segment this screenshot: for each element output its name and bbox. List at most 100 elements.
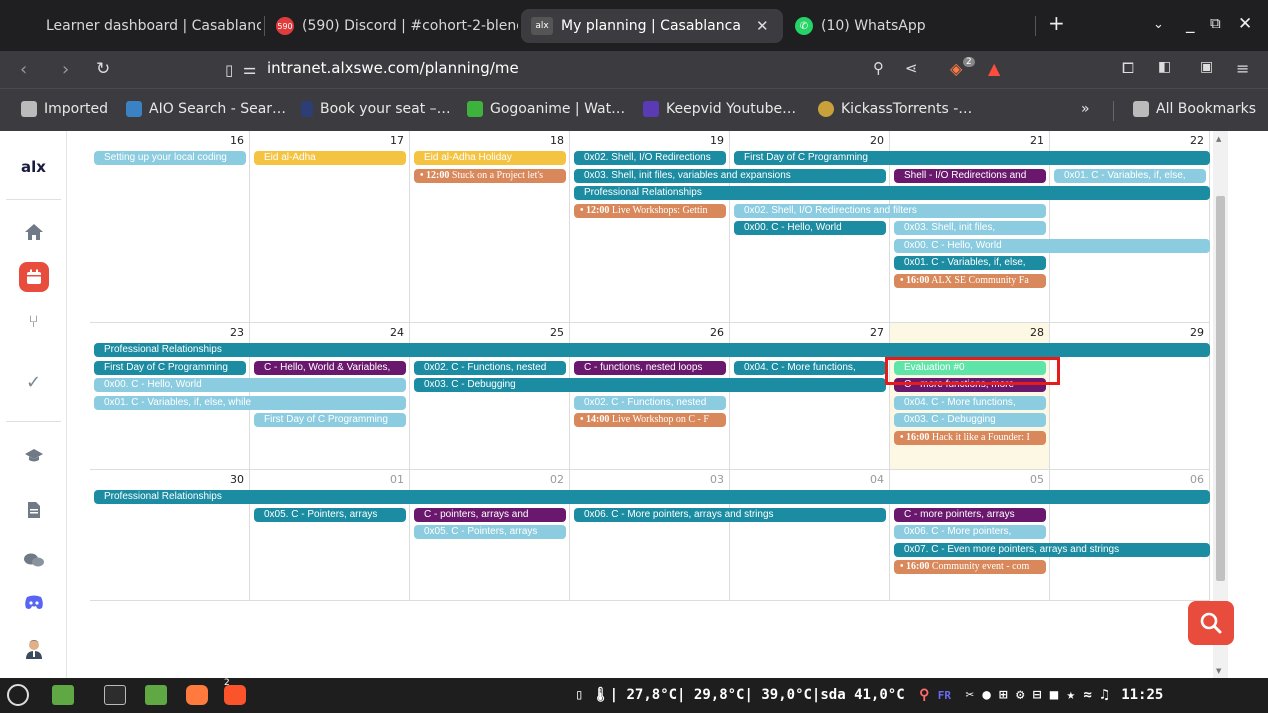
calendar-event[interactable]: • 16:00 Hack it like a Founder: I <box>894 430 1046 445</box>
calendar-event[interactable]: Professional Relationships <box>574 186 1210 200</box>
bookmark-book-seat[interactable]: Book your seat –… <box>301 101 451 117</box>
calendar-event[interactable]: 0x02. Shell, I/O Redirections and filter… <box>734 203 1046 218</box>
bookmark-kickass[interactable]: KickassTorrents -… <box>818 101 972 117</box>
calendar-event[interactable]: C - more pointers, arrays <box>894 507 1046 522</box>
calendar-event[interactable]: 0x02. C - Functions, nested <box>574 395 726 410</box>
scrollbar[interactable]: ▲ ▼ <box>1213 131 1228 678</box>
user-avatar[interactable] <box>0 634 67 664</box>
calendar-event[interactable]: • 16:00 Community event - com <box>894 560 1046 574</box>
calendar-event[interactable]: 0x06. C - More pointers, <box>894 525 1046 539</box>
calendar-event[interactable]: 0x04. C - More functions, <box>734 360 886 375</box>
show-desktop-icon[interactable] <box>52 685 74 705</box>
day-number: 27 <box>870 326 884 339</box>
document-icon[interactable] <box>0 495 67 525</box>
calendar-event[interactable]: First Day of C Programming <box>734 151 1210 165</box>
scroll-down-icon[interactable]: ▼ <box>1216 667 1221 675</box>
menu-icon[interactable]: ≡ <box>1236 59 1249 78</box>
calendar-event[interactable]: 0x03. Shell, init files, variables and e… <box>574 168 886 183</box>
tab-my-planning[interactable]: alx My planning | Casablanca In ✕ <box>521 9 783 43</box>
calendar-event[interactable]: 0x07. C - Even more pointers, arrays and… <box>894 542 1210 557</box>
checkmark-icon[interactable]: ✓ <box>0 367 67 397</box>
files-icon[interactable] <box>145 685 167 705</box>
sidebar-toggle-icon[interactable]: ◧ <box>1158 59 1171 75</box>
close-tab-icon[interactable]: ✕ <box>756 17 769 35</box>
calendar-event[interactable]: First Day of C Programming <box>94 360 246 375</box>
calendar-event[interactable]: 0x03. C - Debugging <box>894 413 1046 427</box>
calendar-event[interactable]: Shell - I/O Redirections and <box>894 168 1046 183</box>
calendar-event[interactable]: • 16:00 ALX SE Community Fa <box>894 273 1046 288</box>
calendar-event[interactable]: 0x00. C - Hello, World <box>894 238 1210 253</box>
calendar-event[interactable]: Professional Relationships <box>94 490 1210 504</box>
terminal-icon[interactable] <box>104 685 126 705</box>
system-status-text: ▯ 🌡| 27,8°C| 29,8°C| 39,0°C|sda 41,0°C <box>575 687 905 703</box>
discord-icon[interactable] <box>0 588 67 616</box>
calendar-event[interactable]: Eid al-Adha <box>254 151 406 165</box>
close-window-button[interactable]: ✕ <box>1238 14 1252 34</box>
firefox-icon[interactable] <box>186 685 208 705</box>
calendar-event[interactable]: Professional Relationships <box>94 343 1210 357</box>
calendar-event[interactable]: C - Hello, World & Variables, <box>254 360 406 375</box>
tab-discord[interactable]: 590 (590) Discord | #cohort-2-blend <box>266 9 518 43</box>
calendar-event[interactable]: 0x06. C - More pointers, arrays and stri… <box>574 507 886 522</box>
calendar-event[interactable]: 0x00. C - Hello, World <box>734 221 886 235</box>
projects-fork-icon[interactable]: ⑂ <box>0 307 67 337</box>
calendar-event[interactable]: • 12:00 Live Workshops: Gettin <box>574 203 726 218</box>
calendar-event[interactable]: 0x03. C - Debugging <box>414 378 886 392</box>
tab-whatsapp[interactable]: ✆ (10) WhatsApp <box>785 9 1025 43</box>
calendar-event[interactable]: 0x00. C - Hello, World <box>94 378 406 392</box>
planning-icon[interactable] <box>0 257 67 297</box>
calendar-event[interactable]: 0x04. C - More functions, <box>894 395 1046 410</box>
extensions-icon[interactable]: ⧠ <box>1122 59 1134 77</box>
tab-learner-dashboard[interactable]: Learner dashboard | Casablanca <box>36 9 261 43</box>
bookmark-page-icon[interactable]: ▯ <box>225 61 233 79</box>
brave-icon[interactable] <box>224 685 246 705</box>
reload-icon[interactable]: ↻ <box>96 59 110 79</box>
calendar-event[interactable]: 0x01. C - Variables, if, else, while <box>94 395 406 410</box>
calendar-event[interactable]: First Day of C Programming <box>254 413 406 427</box>
alx-logo[interactable]: alx <box>0 155 67 179</box>
graduation-cap-icon[interactable] <box>0 441 67 471</box>
tray-icons[interactable]: ✂ ● ⊞ ⚙ ⊟ ■ ★ ≈ ♫ <box>965 687 1108 703</box>
calendar-event[interactable]: C - functions, nested loops <box>574 360 726 375</box>
calendar-event[interactable]: 0x02. C - Functions, nested <box>414 360 566 375</box>
chat-icon[interactable] <box>0 545 67 575</box>
calendar-event[interactable]: C - pointers, arrays and <box>414 507 566 522</box>
scroll-up-icon[interactable]: ▲ <box>1216 135 1221 143</box>
calendar-event[interactable]: 0x05. C - Pointers, arrays <box>254 507 406 522</box>
tab-search-chevron-icon[interactable]: ⌄ <box>1153 17 1164 32</box>
bookmark-imported[interactable]: Imported <box>21 101 108 117</box>
forward-icon[interactable]: › <box>62 59 69 80</box>
url-field[interactable]: intranet.alxswe.com/planning/me <box>267 59 519 77</box>
keyboard-layout[interactable]: FR <box>938 689 951 702</box>
calendar-event[interactable]: 0x01. C - Variables, if, else, <box>894 256 1046 270</box>
calendar-event[interactable]: 0x02. Shell, I/O Redirections <box>574 151 726 165</box>
wallet-icon[interactable]: ▣ <box>1200 59 1213 75</box>
calendar-event[interactable]: 0x03. Shell, init files, <box>894 221 1046 235</box>
restore-button[interactable]: ⧉ <box>1210 14 1221 32</box>
site-settings-icon[interactable]: ⚌ <box>243 60 256 78</box>
brave-rewards-icon[interactable]: ▲ <box>988 59 1000 78</box>
bookmark-gogoanime[interactable]: Gogoanime | Wat… <box>467 101 625 117</box>
clock[interactable]: 11:25 <box>1121 687 1163 703</box>
back-icon[interactable]: ‹ <box>20 59 27 80</box>
more-bookmarks-button[interactable]: » <box>1081 101 1090 117</box>
calendar-event[interactable]: Eid al-Adha Holiday <box>414 151 566 165</box>
zoom-icon[interactable]: ⚲ <box>873 59 884 77</box>
calendar-event[interactable]: 0x05. C - Pointers, arrays <box>414 525 566 539</box>
event-title: 0x03. C - Debugging <box>424 379 516 390</box>
new-tab-button[interactable]: + <box>1048 11 1065 35</box>
scrollbar-thumb[interactable] <box>1216 196 1225 581</box>
share-icon[interactable]: ⋖ <box>905 59 918 77</box>
os-menu-icon[interactable] <box>7 684 29 706</box>
calendar-event[interactable]: Setting up your local coding <box>94 151 246 165</box>
home-icon[interactable] <box>0 217 67 247</box>
brave-shields-icon[interactable]: ◈ <box>950 59 962 78</box>
search-button[interactable] <box>1188 601 1234 645</box>
all-bookmarks-button[interactable]: All Bookmarks <box>1133 101 1256 117</box>
bookmark-keepvid[interactable]: Keepvid Youtube… <box>643 101 796 117</box>
calendar-event[interactable]: • 14:00 Live Workshop on C - F <box>574 413 726 427</box>
minimize-button[interactable]: _ <box>1186 14 1195 34</box>
calendar-event[interactable]: • 12:00 Stuck on a Project let's <box>414 168 566 183</box>
calendar-event[interactable]: 0x01. C - Variables, if, else, <box>1054 168 1206 183</box>
bookmark-aio-search[interactable]: AIO Search - Sear… <box>126 101 286 117</box>
